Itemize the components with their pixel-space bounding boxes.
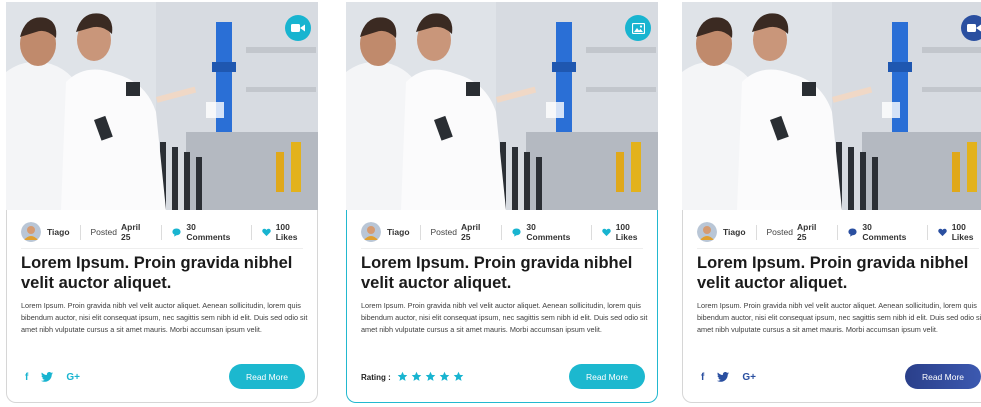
- video-camera-icon: [967, 24, 981, 32]
- rating: Rating :: [361, 369, 467, 385]
- star-icon[interactable]: [411, 371, 423, 383]
- card-photo[interactable]: [6, 2, 318, 210]
- star-icon[interactable]: [397, 371, 409, 383]
- divider-line: [361, 248, 643, 249]
- facebook-icon[interactable]: f: [701, 372, 704, 383]
- blog-card-3: Tiago Posted April 25 30 Comments 100 Li…: [682, 2, 981, 403]
- divider: [79, 224, 81, 240]
- divider-line: [697, 248, 979, 249]
- likes-count[interactable]: 100 Likes: [276, 222, 313, 242]
- divider: [419, 224, 421, 240]
- star-rating[interactable]: [397, 371, 467, 383]
- facebook-icon[interactable]: f: [25, 372, 28, 383]
- blog-card-1: Tiago Posted April 25 30 Comments 100 Li…: [6, 2, 318, 403]
- posted-label: Posted: [766, 227, 793, 237]
- star-icon[interactable]: [453, 371, 465, 383]
- likes-count[interactable]: 100 Likes: [952, 222, 981, 242]
- image-icon: [631, 22, 645, 34]
- video-camera-icon: [291, 24, 305, 32]
- divider: [926, 224, 928, 240]
- comment-icon: [848, 227, 857, 237]
- post-title[interactable]: Lorem Ipsum. Proin gravida nibhel velit …: [361, 253, 651, 293]
- post-meta: Tiago Posted April 25 30 Comments 100 Li…: [21, 220, 313, 244]
- divider: [755, 224, 757, 240]
- comments-count[interactable]: 30 Comments: [186, 222, 240, 242]
- posted-date: April 25: [120, 222, 141, 242]
- post-excerpt: Lorem Ipsum. Proin gravida nibh vel veli…: [21, 301, 308, 334]
- divider: [837, 224, 839, 240]
- image-badge[interactable]: [625, 15, 651, 41]
- google-plus-icon[interactable]: G+: [742, 372, 756, 383]
- divider-line: [21, 248, 303, 249]
- comment-icon: [512, 227, 521, 237]
- twitter-icon[interactable]: [717, 372, 730, 382]
- post-title[interactable]: Lorem Ipsum. Proin gravida nibhel velit …: [697, 253, 981, 293]
- social-links: f G+: [701, 370, 756, 384]
- video-badge[interactable]: [961, 15, 981, 41]
- author-name[interactable]: Tiago: [387, 227, 410, 237]
- star-icon[interactable]: [439, 371, 451, 383]
- comments-count[interactable]: 30 Comments: [862, 222, 916, 242]
- heart-icon: [601, 228, 611, 237]
- heart-icon: [261, 228, 271, 237]
- posted-date: April 25: [796, 222, 817, 242]
- read-more-button[interactable]: Read More: [905, 364, 981, 389]
- post-excerpt: Lorem Ipsum. Proin gravida nibh vel veli…: [697, 301, 981, 334]
- author-name[interactable]: Tiago: [47, 227, 70, 237]
- comments-count[interactable]: 30 Comments: [526, 222, 580, 242]
- rating-label: Rating :: [361, 372, 391, 382]
- post-meta: Tiago Posted April 25 30 Comments 100 Li…: [697, 220, 981, 244]
- author-name[interactable]: Tiago: [723, 227, 746, 237]
- divider: [590, 224, 592, 240]
- posted-label: Posted: [430, 227, 457, 237]
- lab-photo-image: [682, 2, 981, 210]
- avatar[interactable]: [697, 222, 717, 242]
- post-meta: Tiago Posted April 25 30 Comments 100 Li…: [361, 220, 653, 244]
- card-photo[interactable]: [682, 2, 981, 210]
- twitter-icon[interactable]: [41, 372, 54, 382]
- avatar[interactable]: [361, 222, 381, 242]
- card-photo[interactable]: [346, 2, 658, 210]
- avatar[interactable]: [21, 222, 41, 242]
- read-more-button[interactable]: Read More: [229, 364, 305, 389]
- posted-label: Posted: [90, 227, 117, 237]
- blog-card-2: Tiago Posted April 25 30 Comments 100 Li…: [346, 2, 658, 403]
- posted-date: April 25: [460, 222, 481, 242]
- divider: [250, 224, 252, 240]
- read-more-button[interactable]: Read More: [569, 364, 645, 389]
- video-badge[interactable]: [285, 15, 311, 41]
- divider: [501, 224, 503, 240]
- divider: [161, 224, 163, 240]
- google-plus-icon[interactable]: G+: [66, 372, 80, 383]
- social-links: f G+: [25, 370, 80, 384]
- likes-count[interactable]: 100 Likes: [616, 222, 653, 242]
- lab-photo-image: [346, 2, 658, 210]
- lab-photo-image: [6, 2, 318, 210]
- heart-icon: [937, 228, 947, 237]
- star-icon[interactable]: [425, 371, 437, 383]
- post-excerpt: Lorem Ipsum. Proin gravida nibh vel veli…: [361, 301, 648, 334]
- post-title[interactable]: Lorem Ipsum. Proin gravida nibhel velit …: [21, 253, 311, 293]
- comment-icon: [172, 227, 181, 237]
